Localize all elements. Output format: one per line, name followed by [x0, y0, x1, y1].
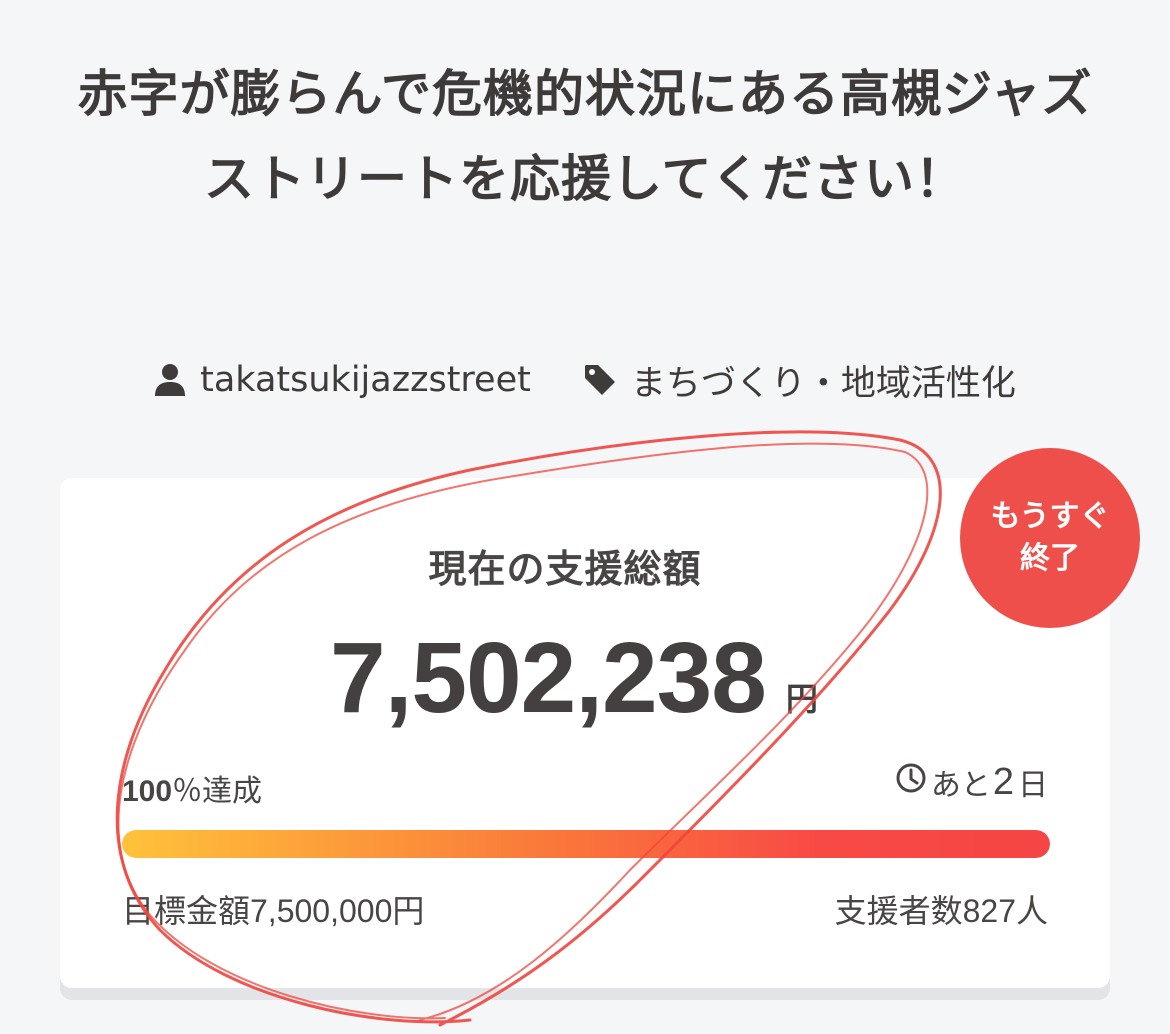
owner-link[interactable]: takatsukijazzstreet: [154, 360, 531, 400]
remaining-suffix: 日: [1018, 769, 1048, 802]
project-title: 赤字が膨らんで危機的状況にある高槻ジャズストリートを応援してください！: [77, 65, 1093, 208]
user-icon: [154, 363, 186, 397]
backer-count: 支援者数827人: [834, 893, 1048, 929]
progress-bar-fill: [122, 830, 1050, 858]
achievement-suffix: ％達成: [172, 775, 263, 808]
amount-row: 7,502,238 円: [330, 618, 818, 728]
goal-amount: 目標金額7,500,000円: [122, 893, 425, 929]
achievement-rate: 100％達成: [122, 766, 262, 810]
remaining-days: 2: [992, 760, 1014, 803]
category-link[interactable]: まちづくり・地域活性化: [583, 355, 1016, 406]
achievement-value: 100: [122, 775, 173, 808]
ending-soon-badge: もうすぐ 終了: [960, 448, 1140, 628]
progress-bar: [122, 830, 1050, 858]
funding-amount: 7,502,238: [330, 622, 767, 734]
project-meta: takatsukijazzstreet まちづくり・地域活性化: [0, 352, 1170, 408]
remaining-time: あと 2 日: [895, 760, 1048, 804]
ending-soon-label: もうすぐ 終了: [990, 499, 1110, 576]
tag-icon: [583, 363, 617, 397]
funding-heading: 現在の支援総額: [428, 547, 702, 591]
clock-icon: [895, 762, 931, 802]
category-name: まちづくり・地域活性化: [630, 363, 1016, 404]
remaining-prefix: あと: [930, 769, 991, 802]
currency-unit: 円: [785, 680, 818, 718]
funding-card: 現在の支援総額 7,502,238 円 100％達成 あと 2 日 目標金額7,…: [60, 478, 1110, 988]
owner-name: takatsukijazzstreet: [200, 360, 531, 400]
